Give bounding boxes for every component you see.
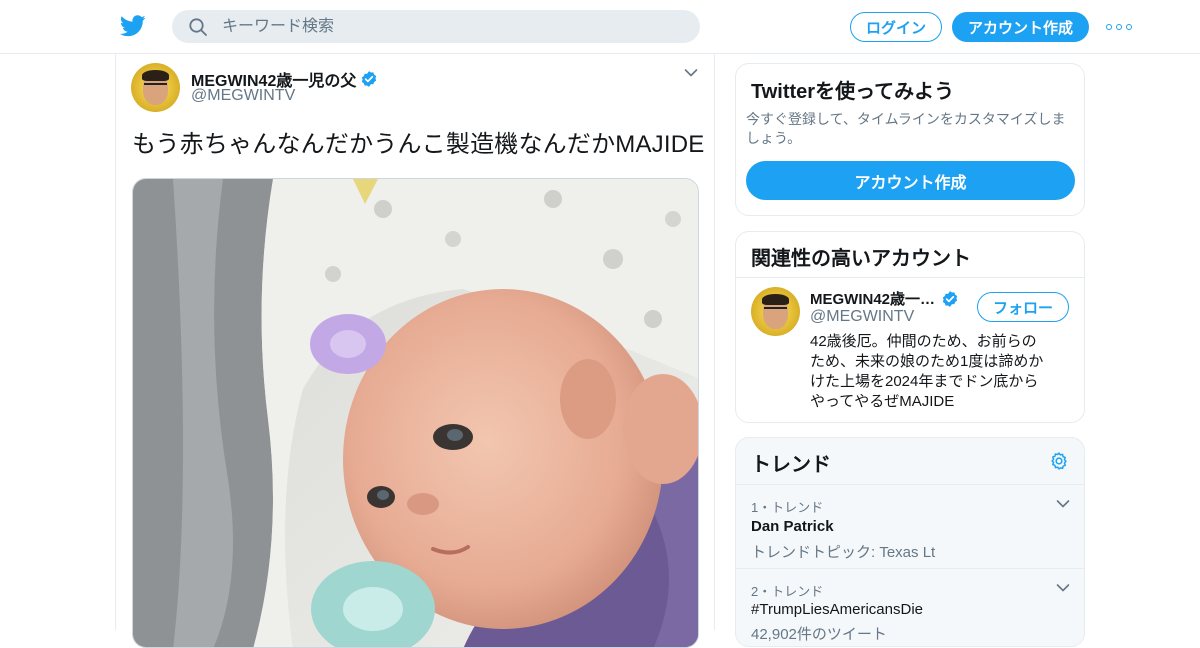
related-account-handle[interactable]: @MEGWINTV bbox=[810, 308, 914, 326]
top-navigation-bar: ログイン アカウント作成 bbox=[0, 0, 1200, 54]
search-box[interactable] bbox=[172, 10, 700, 43]
avatar-hair bbox=[142, 70, 169, 81]
try-twitter-card: Twitterを使ってみよう 今すぐ登録して、タイムラインをカスタマイズしましょ… bbox=[735, 63, 1085, 216]
trend-name[interactable]: #TrumpLiesAmericansDie bbox=[751, 601, 923, 618]
create-account-button[interactable]: アカウント作成 bbox=[746, 161, 1075, 200]
login-button[interactable]: ログイン bbox=[850, 12, 942, 42]
author-handle[interactable]: @MEGWINTV bbox=[191, 87, 295, 105]
search-input[interactable] bbox=[222, 10, 682, 43]
related-account-avatar[interactable] bbox=[751, 287, 800, 336]
trends-title: トレンド bbox=[751, 454, 831, 476]
avatar-hair bbox=[762, 294, 789, 305]
try-twitter-title: Twitterを使ってみよう bbox=[751, 81, 955, 103]
trend-subtitle: トレンドトピック: Texas Lt bbox=[751, 544, 936, 561]
chevron-down-icon[interactable] bbox=[1056, 583, 1070, 593]
divider bbox=[736, 277, 1084, 278]
related-account-name-row[interactable]: MEGWIN42歳一… bbox=[810, 288, 959, 309]
trend-item[interactable]: 1・トレンド Dan Patrick トレンドトピック: Texas Lt bbox=[736, 484, 1084, 568]
try-twitter-description: 今すぐ登録して、タイムラインをカスタマイズしましょう。 bbox=[746, 111, 1066, 146]
baby-photo-image bbox=[133, 179, 698, 647]
trends-card: トレンド 1・トレンド Dan Patrick トレンドトピック: Texas … bbox=[735, 437, 1085, 647]
tweet-card: MEGWIN42歳一児の父 @MEGWINTV もう赤ちゃんなんだかうんこ製造機… bbox=[115, 54, 715, 648]
related-account-name[interactable]: MEGWIN42歳一… bbox=[810, 288, 935, 309]
chevron-down-icon[interactable] bbox=[684, 68, 698, 78]
verified-badge-icon bbox=[362, 71, 377, 87]
avatar-glasses bbox=[144, 83, 167, 88]
trend-rank: 1・トレンド bbox=[751, 500, 824, 515]
related-accounts-title: 関連性の高いアカウント bbox=[751, 248, 971, 270]
follow-button[interactable]: フォロー bbox=[977, 292, 1069, 322]
trend-name[interactable]: Dan Patrick bbox=[751, 518, 834, 535]
tweet-photo[interactable] bbox=[132, 178, 699, 648]
verified-badge-icon bbox=[942, 290, 958, 307]
dot-icon bbox=[1106, 24, 1112, 30]
search-icon bbox=[189, 18, 207, 36]
related-accounts-card: 関連性の高いアカウント MEGWIN42歳一… @MEGWINTV フォロー 4… bbox=[735, 231, 1085, 423]
dot-icon bbox=[1116, 24, 1122, 30]
trend-subtitle: 42,902件のツイート bbox=[751, 626, 887, 643]
more-options-icon[interactable] bbox=[1106, 17, 1132, 37]
tweet-text: もう赤ちゃんなんだかうんこ製造機なんだかMAJIDE bbox=[132, 131, 705, 158]
chevron-down-icon[interactable] bbox=[1056, 499, 1070, 509]
related-account-bio: 42歳後厄。仲間のため、お前らのため、未来の娘のため1度は諦めかけた上場を202… bbox=[810, 333, 1044, 410]
trend-rank: 2・トレンド bbox=[751, 584, 824, 599]
gear-icon[interactable] bbox=[1049, 451, 1069, 471]
avatar-glasses bbox=[764, 307, 787, 312]
dot-icon bbox=[1126, 24, 1132, 30]
twitter-bird-icon[interactable] bbox=[120, 14, 146, 38]
author-avatar[interactable] bbox=[131, 63, 180, 112]
signup-button[interactable]: アカウント作成 bbox=[952, 12, 1089, 42]
trend-item[interactable]: 2・トレンド #TrumpLiesAmericansDie 42,902件のツイ… bbox=[736, 568, 1084, 646]
